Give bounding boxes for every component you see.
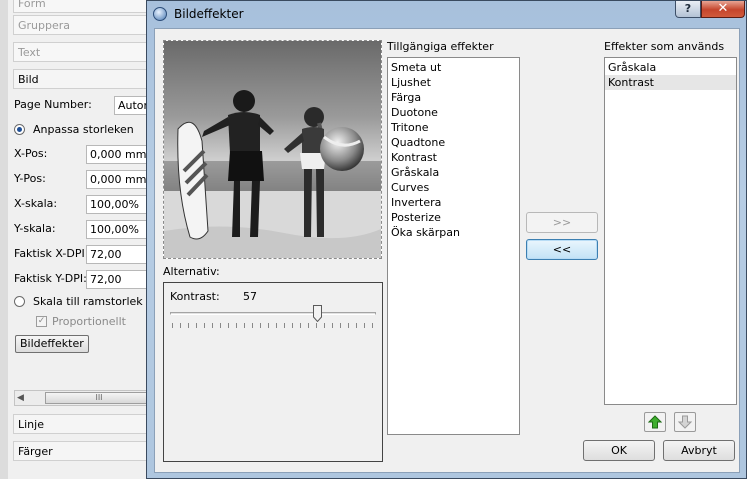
yscale-value: 100,00% <box>90 223 139 236</box>
xdpi-value: 72,00 <box>90 248 122 261</box>
image-effects-button[interactable]: Bildeffekter <box>15 335 89 353</box>
section-image-label: Bild <box>18 73 39 86</box>
close-button[interactable]: ✕ <box>701 1 745 18</box>
beach-photo <box>164 41 381 258</box>
list-item[interactable]: Färga <box>388 90 519 105</box>
ypos-input[interactable]: 0,000 mm <box>86 170 152 189</box>
proportional-checkbox[interactable]: ✓ <box>36 316 47 327</box>
available-effects-label: Tillgängiga effekter <box>387 40 494 53</box>
contrast-slider-track[interactable] <box>170 312 376 315</box>
move-up-button[interactable] <box>644 412 666 432</box>
list-item[interactable]: Duotone <box>388 105 519 120</box>
xscale-value: 100,00% <box>90 198 139 211</box>
options-label: Alternativ: <box>163 265 220 278</box>
section-line[interactable]: Linje <box>13 414 152 434</box>
list-item[interactable]: Invertera <box>388 195 519 210</box>
section-group[interactable]: Gruppera <box>13 15 152 35</box>
arrow-down-icon <box>678 415 692 429</box>
ypos-value: 0,000 mm <box>90 173 147 186</box>
list-item-selected[interactable]: Kontrast <box>605 75 736 90</box>
remove-effect-button[interactable]: << <box>526 239 598 260</box>
fit-size-radio[interactable] <box>14 124 25 135</box>
contrast-label: Kontrast: <box>170 290 220 303</box>
field-label-yscale: Y-skala: <box>14 222 56 235</box>
used-effects-label: Effekter som används <box>604 40 725 53</box>
ok-button-label: OK <box>611 444 627 457</box>
list-item[interactable]: Smeta ut <box>388 60 519 75</box>
page-number-label: Page Number: <box>14 98 92 111</box>
contrast-value: 57 <box>243 290 257 303</box>
xpos-value: 0,000 mm <box>90 148 147 161</box>
ok-button[interactable]: OK <box>583 440 655 461</box>
proportional-label: Proportionellt <box>52 315 126 328</box>
contrast-slider-ticks <box>172 323 376 328</box>
section-image[interactable]: Bild <box>13 69 152 89</box>
xdpi-input[interactable]: 72,00 <box>86 245 152 264</box>
add-effect-button-label: >> <box>552 216 572 229</box>
properties-panel: Form Gruppera Text Bild Page Number: Aut… <box>0 0 153 479</box>
help-icon: ? <box>684 2 692 15</box>
list-item[interactable]: Ljushet <box>388 75 519 90</box>
list-item[interactable]: Tritone <box>388 120 519 135</box>
section-form[interactable]: Form <box>13 0 152 13</box>
ydpi-value: 72,00 <box>90 273 122 286</box>
image-effects-button-label: Bildeffekter <box>20 337 84 350</box>
image-preview <box>163 40 382 259</box>
scale-to-frame-label: Skala till ramstorlek <box>33 295 143 308</box>
dialog-titlebar[interactable]: Bildeffekter ? ✕ <box>147 1 746 28</box>
scroll-left-icon[interactable]: ◀ <box>17 393 27 403</box>
list-item[interactable]: Kontrast <box>388 150 519 165</box>
app-icon <box>153 7 167 21</box>
section-form-label: Form <box>18 0 46 10</box>
scroll-thumb[interactable]: III <box>45 392 153 404</box>
add-effect-button[interactable]: >> <box>526 212 598 233</box>
panel-left-strip <box>0 0 8 479</box>
ydpi-input[interactable]: 72,00 <box>86 270 152 289</box>
scale-to-frame-radio[interactable] <box>14 296 25 307</box>
options-group: Kontrast: 57 <box>163 282 383 462</box>
contrast-slider-thumb[interactable] <box>313 305 322 322</box>
list-item[interactable]: Curves <box>388 180 519 195</box>
move-down-button[interactable] <box>674 412 696 432</box>
list-item[interactable]: Posterize <box>388 210 519 225</box>
field-label-xdpi: Faktisk X-DPI: <box>14 247 89 260</box>
help-button[interactable]: ? <box>675 1 701 18</box>
field-label-ydpi: Faktisk Y-DPI: <box>14 272 87 285</box>
dialog-body: Alternativ: Kontrast: 57 Tillgängiga eff… <box>154 28 740 473</box>
list-item[interactable]: Öka skärpan <box>388 225 519 240</box>
section-line-label: Linje <box>18 418 44 431</box>
close-icon: ✕ <box>717 1 729 16</box>
section-colors-label: Färger <box>18 445 53 458</box>
yscale-input[interactable]: 100,00% <box>86 220 152 239</box>
image-effects-dialog: Bildeffekter ? ✕ Alternativ: Kontrast: 5… <box>146 0 747 479</box>
scroll-thumb-grip: III <box>95 393 103 402</box>
section-group-label: Gruppera <box>18 19 71 32</box>
fit-size-label: Anpassa storleken <box>33 123 134 136</box>
section-text-label: Text <box>18 46 41 59</box>
used-effects-list[interactable]: Gråskala Kontrast <box>604 57 737 405</box>
list-item[interactable]: Quadtone <box>388 135 519 150</box>
arrow-up-icon <box>648 415 662 429</box>
section-text[interactable]: Text <box>13 42 152 62</box>
remove-effect-button-label: << <box>552 243 572 256</box>
xpos-input[interactable]: 0,000 mm <box>86 145 152 164</box>
list-item[interactable]: Gråskala <box>605 60 736 75</box>
cancel-button[interactable]: Avbryt <box>663 440 735 461</box>
horizontal-scrollbar[interactable]: ◀ III <box>14 390 153 406</box>
field-label-ypos: Y-Pos: <box>14 172 46 185</box>
field-label-xscale: X-skala: <box>14 197 58 210</box>
list-item[interactable]: Gråskala <box>388 165 519 180</box>
dialog-title: Bildeffekter <box>174 7 244 21</box>
field-label-xpos: X-Pos: <box>14 147 48 160</box>
available-effects-list[interactable]: Smeta ut Ljushet Färga Duotone Tritone Q… <box>387 57 520 435</box>
cancel-button-label: Avbryt <box>681 444 717 457</box>
xscale-input[interactable]: 100,00% <box>86 195 152 214</box>
section-colors[interactable]: Färger <box>13 441 152 461</box>
